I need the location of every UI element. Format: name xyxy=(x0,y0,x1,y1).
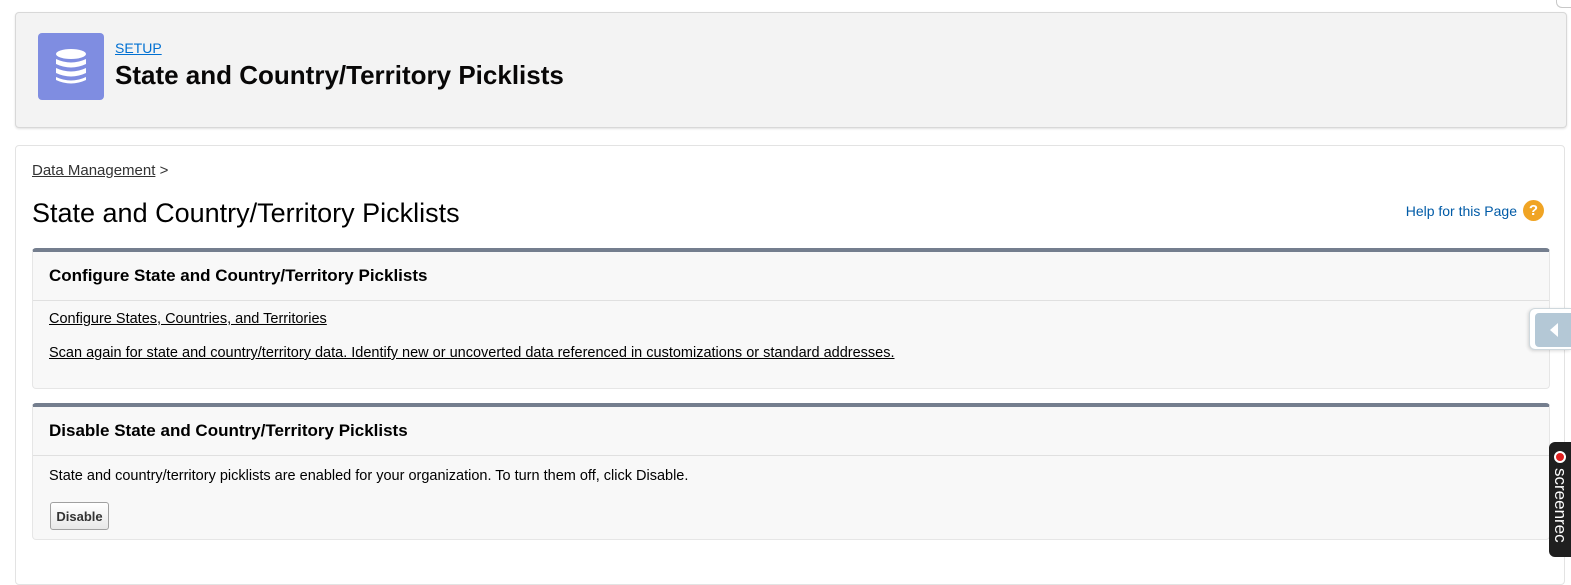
breadcrumb: Data Management > xyxy=(32,162,168,179)
configure-states-link[interactable]: Configure States, Countries, and Territo… xyxy=(49,311,327,327)
scan-again-link[interactable]: Scan again for state and country/territo… xyxy=(49,345,895,361)
breadcrumb-separator: > xyxy=(159,162,169,179)
window-corner-decoration xyxy=(1556,0,1571,8)
configure-section-header: Configure State and Country/Territory Pi… xyxy=(33,252,1549,301)
disable-section-header: Disable State and Country/Territory Pick… xyxy=(33,407,1549,456)
disable-description: State and country/territory picklists ar… xyxy=(49,468,689,484)
main-content: Data Management > State and Country/Terr… xyxy=(15,145,1565,585)
disable-section-title: Disable State and Country/Territory Pick… xyxy=(49,421,408,440)
configure-section-title: Configure State and Country/Territory Pi… xyxy=(49,266,428,285)
setup-header: SETUP State and Country/Territory Pickli… xyxy=(15,12,1567,128)
breadcrumb-data-management[interactable]: Data Management xyxy=(32,162,155,179)
screen-recorder-widget[interactable]: screenrec xyxy=(1549,442,1571,557)
disable-button[interactable]: Disable xyxy=(50,502,109,530)
page-title: State and Country/Territory Picklists xyxy=(32,198,460,228)
header-title: State and Country/Territory Picklists xyxy=(115,60,564,90)
help-icon: ? xyxy=(1523,200,1544,221)
help-for-this-page-link[interactable]: Help for this Page ? xyxy=(1406,200,1544,221)
chevron-left-icon xyxy=(1535,313,1571,347)
setup-link[interactable]: SETUP xyxy=(115,40,162,56)
side-panel-toggle[interactable] xyxy=(1529,308,1571,350)
record-dot-icon xyxy=(1554,451,1566,463)
disable-section: Disable State and Country/Territory Pick… xyxy=(32,403,1550,540)
help-link-label: Help for this Page xyxy=(1405,202,1517,219)
database-icon xyxy=(38,33,104,100)
configure-section: Configure State and Country/Territory Pi… xyxy=(32,248,1550,389)
screen-recorder-label: screenrec xyxy=(1551,468,1570,543)
